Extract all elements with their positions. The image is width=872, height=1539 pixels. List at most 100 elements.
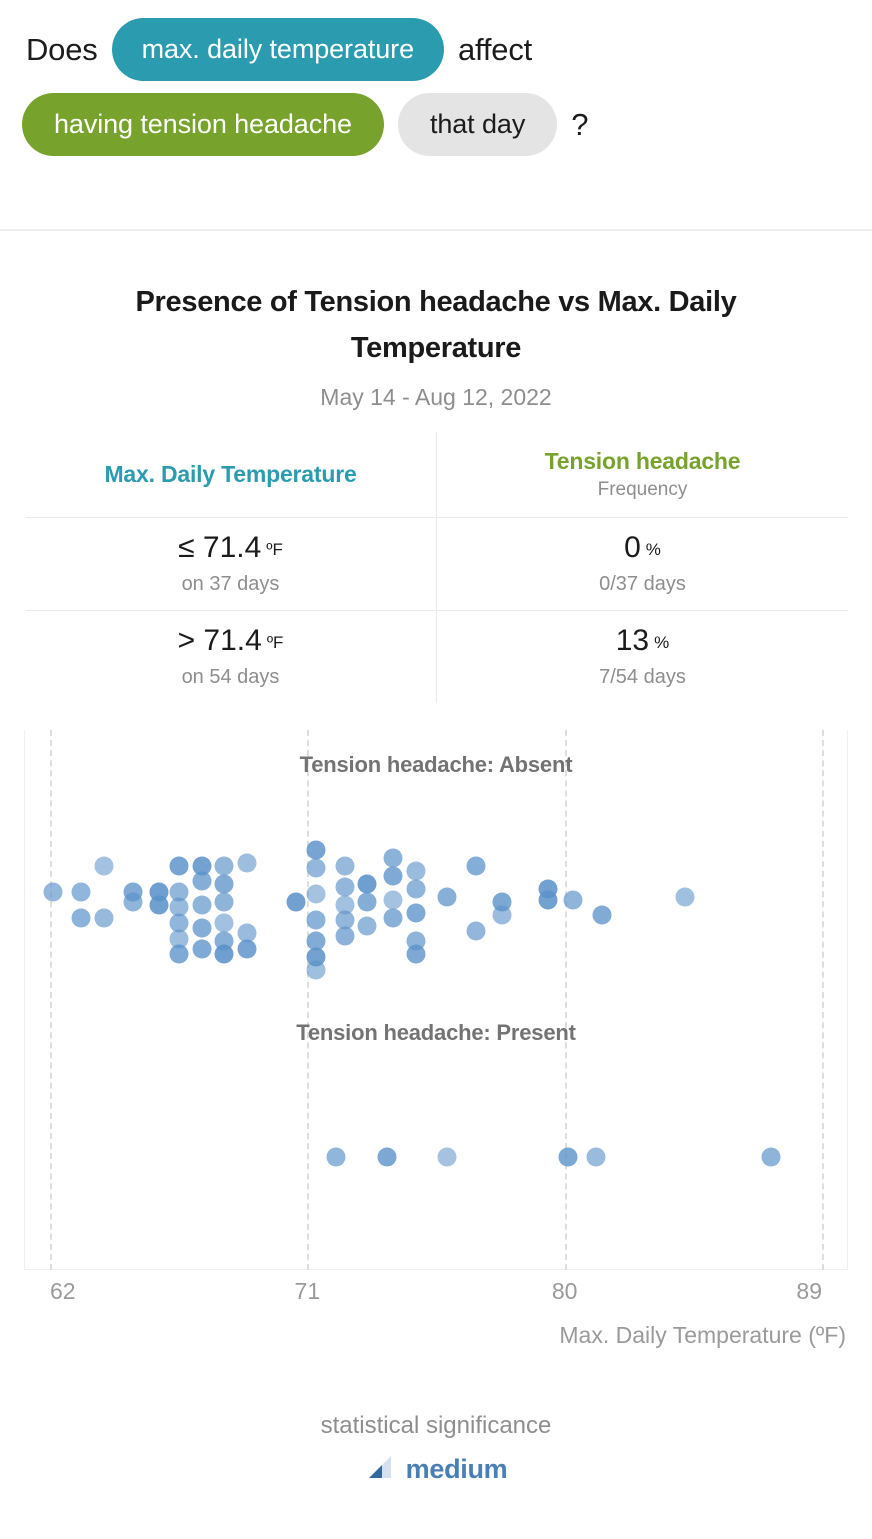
gridline bbox=[307, 730, 309, 1270]
data-point bbox=[384, 867, 403, 886]
data-point bbox=[358, 874, 377, 893]
data-point bbox=[438, 887, 457, 906]
significance-label: statistical significance bbox=[0, 1412, 872, 1440]
gridline bbox=[565, 730, 567, 1270]
data-point bbox=[215, 893, 234, 912]
exposure-unit-high: ºF bbox=[267, 633, 284, 652]
question-verb-word: affect bbox=[458, 32, 532, 68]
x-axis-ticks: 62 71 80 89 bbox=[24, 1278, 848, 1312]
x-tick-label: 89 bbox=[796, 1278, 822, 1305]
exposure-pill[interactable]: max. daily temperature bbox=[112, 18, 444, 81]
signal-bars-icon bbox=[365, 1452, 395, 1487]
panel-label: Tension headache: Absent bbox=[24, 752, 848, 778]
exposure-subtext-low: on 37 days bbox=[31, 573, 430, 596]
data-point bbox=[169, 945, 188, 964]
data-point bbox=[169, 856, 188, 875]
question-line-1: Does max. daily temperature affect bbox=[26, 18, 850, 81]
table-header-row: Max. Daily Temperature Tension headache … bbox=[25, 431, 849, 517]
x-tick-label: 71 bbox=[295, 1278, 321, 1305]
data-point bbox=[192, 919, 211, 938]
data-point bbox=[761, 1147, 780, 1166]
gridline bbox=[822, 730, 824, 1270]
x-axis-title: Max. Daily Temperature (ºF) bbox=[559, 1322, 846, 1349]
exposure-subtext-high: on 54 days bbox=[31, 666, 430, 689]
outcome-subtext-high: 7/54 days bbox=[443, 666, 842, 689]
exposure-value-low: ≤ 71.4 ºF bbox=[31, 530, 430, 566]
panel-label: Tension headache: Present bbox=[24, 1020, 848, 1046]
data-point bbox=[406, 903, 425, 922]
outcome-pill[interactable]: having tension headache bbox=[22, 93, 384, 156]
data-point bbox=[467, 921, 486, 940]
outcome-unit-low: % bbox=[646, 540, 661, 559]
question-line-2: having tension headache that day ? bbox=[22, 93, 850, 156]
data-point bbox=[492, 906, 511, 925]
data-point bbox=[564, 890, 583, 909]
outcome-value-high-text: 13 bbox=[616, 624, 649, 657]
data-point bbox=[467, 856, 486, 875]
table-cell-exposure-low: ≤ 71.4 ºF on 37 days bbox=[25, 517, 437, 610]
data-point bbox=[335, 877, 354, 896]
data-point bbox=[192, 939, 211, 958]
data-point bbox=[306, 885, 325, 904]
data-point bbox=[326, 1147, 345, 1166]
time-window-pill[interactable]: that day bbox=[398, 93, 557, 156]
data-point bbox=[587, 1147, 606, 1166]
data-point bbox=[358, 893, 377, 912]
x-tick-label: 80 bbox=[552, 1278, 578, 1305]
data-point bbox=[406, 945, 425, 964]
exposure-unit-low: ºF bbox=[266, 540, 283, 559]
data-point bbox=[384, 908, 403, 927]
question-mark: ? bbox=[571, 107, 588, 143]
data-point bbox=[215, 945, 234, 964]
data-point bbox=[286, 893, 305, 912]
data-point bbox=[384, 890, 403, 909]
data-point bbox=[238, 939, 257, 958]
data-point bbox=[378, 1147, 397, 1166]
significance-value-row: medium bbox=[0, 1452, 872, 1487]
data-point bbox=[306, 841, 325, 860]
data-point bbox=[192, 872, 211, 891]
data-point bbox=[558, 1147, 577, 1166]
table-header-exposure-label: Max. Daily Temperature bbox=[31, 461, 430, 488]
table-header-exposure: Max. Daily Temperature bbox=[25, 431, 437, 517]
data-point bbox=[335, 856, 354, 875]
dot-plot: Tension headache: Absent Tension headache… bbox=[24, 730, 848, 1270]
table-cell-exposure-high: > 71.4 ºF on 54 days bbox=[25, 610, 437, 703]
data-point bbox=[438, 1147, 457, 1166]
data-point bbox=[538, 890, 557, 909]
data-point bbox=[95, 908, 114, 927]
summary-table: Max. Daily Temperature Tension headache … bbox=[24, 431, 849, 704]
data-point bbox=[215, 856, 234, 875]
table-cell-outcome-low: 0% 0/37 days bbox=[437, 517, 849, 610]
outcome-subtext-low: 0/37 days bbox=[443, 573, 842, 596]
exposure-value-high: > 71.4 ºF bbox=[31, 623, 430, 659]
data-point bbox=[95, 856, 114, 875]
data-point bbox=[592, 906, 611, 925]
data-point bbox=[149, 895, 168, 914]
outcome-value-low-text: 0 bbox=[624, 531, 641, 564]
data-point bbox=[406, 861, 425, 880]
outcome-unit-high: % bbox=[654, 633, 669, 652]
significance-value: medium bbox=[406, 1454, 508, 1485]
data-point bbox=[306, 960, 325, 979]
gridline bbox=[50, 730, 52, 1270]
outcome-value-high: 13% bbox=[443, 623, 842, 659]
exposure-value-high-text: > 71.4 bbox=[178, 624, 262, 657]
table-row: ≤ 71.4 ºF on 37 days 0% 0/37 days bbox=[25, 517, 849, 610]
data-point bbox=[72, 882, 91, 901]
data-point bbox=[192, 895, 211, 914]
x-tick-label: 62 bbox=[50, 1278, 76, 1305]
question-lead-word: Does bbox=[26, 32, 98, 68]
data-point bbox=[306, 911, 325, 930]
plot-frame bbox=[24, 730, 848, 1270]
exposure-value-low-text: ≤ 71.4 bbox=[178, 531, 261, 564]
result-card: Presence of Tension headache vs Max. Dai… bbox=[0, 279, 872, 1270]
question-banner: Does max. daily temperature affect havin… bbox=[0, 0, 872, 231]
table-header-outcome-label: Tension headache bbox=[443, 448, 842, 475]
table-header-outcome: Tension headache Frequency bbox=[437, 431, 849, 517]
table-cell-outcome-high: 13% 7/54 days bbox=[437, 610, 849, 703]
data-point bbox=[123, 893, 142, 912]
table-row: > 71.4 ºF on 54 days 13% 7/54 days bbox=[25, 610, 849, 703]
data-point bbox=[215, 913, 234, 932]
data-point bbox=[215, 874, 234, 893]
